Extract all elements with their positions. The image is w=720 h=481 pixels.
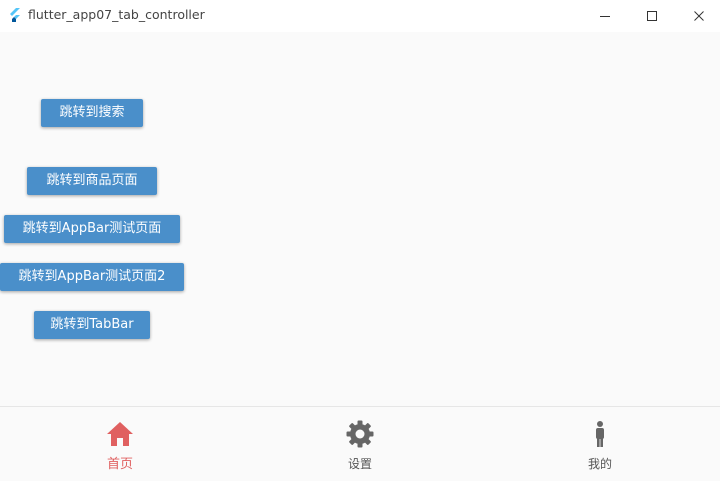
go-to-product-page-button[interactable]: 跳转到商品页面 <box>27 167 157 195</box>
maximize-button[interactable] <box>629 0 675 32</box>
go-to-tabbar-button[interactable]: 跳转到TabBar <box>34 311 150 339</box>
nav-label-me: 我的 <box>587 457 612 471</box>
nav-item-me[interactable]: 我的 <box>480 407 720 481</box>
go-to-appbar-test-button[interactable]: 跳转到AppBar测试页面 <box>4 215 180 243</box>
flutter-logo-icon <box>10 8 20 22</box>
close-icon <box>694 11 704 21</box>
title-bar: flutter_app07_tab_controller <box>0 0 720 32</box>
person-icon <box>596 421 604 447</box>
maximize-icon <box>647 11 657 21</box>
go-to-appbar-test-2-button[interactable]: 跳转到AppBar测试页面2 <box>0 263 184 291</box>
gear-icon <box>346 420 374 448</box>
close-button[interactable] <box>676 0 720 32</box>
go-to-search-button[interactable]: 跳转到搜索 <box>41 99 143 127</box>
nav-item-settings[interactable]: 设置 <box>240 407 480 481</box>
minimize-button[interactable] <box>582 0 628 32</box>
bottom-navigation-bar: 首页 设置 我的 <box>0 406 720 481</box>
nav-label-settings: 设置 <box>347 457 372 471</box>
home-icon <box>107 422 133 446</box>
nav-item-home[interactable]: 首页 <box>0 407 240 481</box>
window-title: flutter_app07_tab_controller <box>28 7 205 22</box>
home-page-content: 跳转到搜索 跳转到商品页面 跳转到AppBar测试页面 跳转到AppBar测试页… <box>0 32 720 406</box>
nav-label-home: 首页 <box>106 457 133 472</box>
minimize-icon <box>600 16 610 17</box>
